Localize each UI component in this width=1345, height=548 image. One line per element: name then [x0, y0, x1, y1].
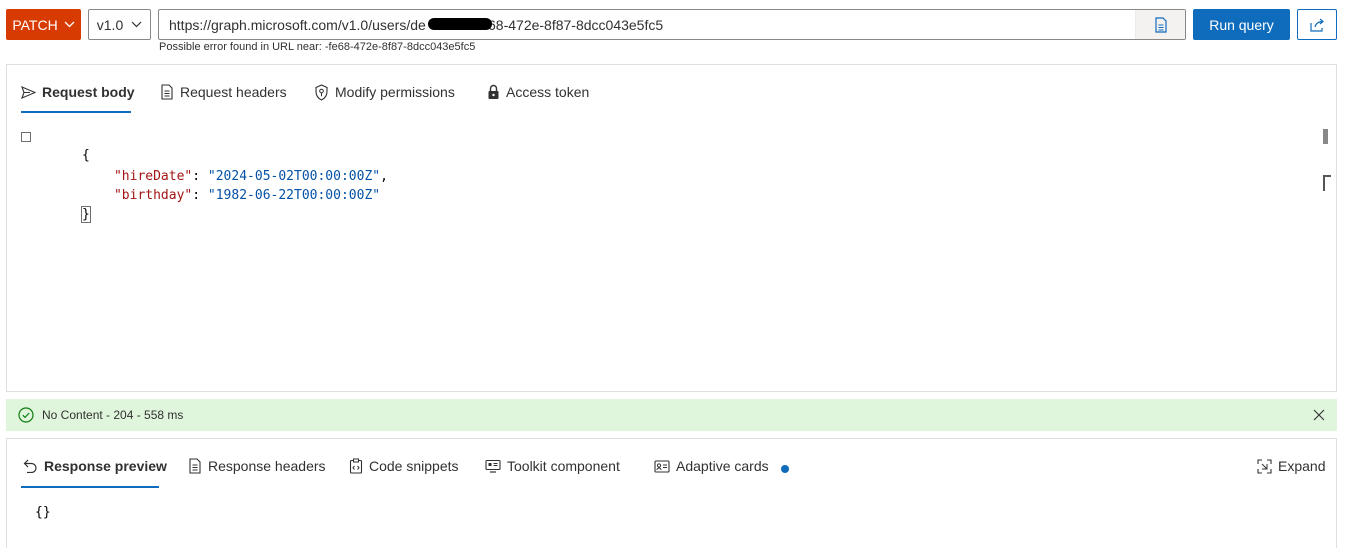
- tab-label: Modify permissions: [335, 84, 455, 100]
- tab-access-token[interactable]: Access token: [487, 80, 589, 104]
- response-panel: Response preview Response headers Code s…: [6, 438, 1337, 548]
- api-version-dropdown[interactable]: v1.0: [88, 9, 151, 40]
- url-field: [158, 9, 1186, 40]
- url-error-message: Possible error found in URL near: -fe68-…: [159, 41, 476, 53]
- document-icon: [188, 458, 202, 474]
- chevron-down-icon: [64, 21, 75, 28]
- tab-code-snippets[interactable]: Code snippets: [349, 454, 459, 478]
- undo-arrow-icon: [23, 459, 38, 473]
- chevron-down-icon: [131, 21, 142, 28]
- docs-button[interactable]: [1135, 10, 1185, 39]
- document-icon: [1154, 16, 1168, 33]
- status-message-bar: No Content - 204 - 558 ms: [6, 399, 1337, 431]
- tab-toolkit-component[interactable]: Toolkit component: [485, 454, 620, 478]
- fold-toggle[interactable]: [21, 132, 31, 142]
- notification-dot: [780, 465, 789, 473]
- tab-label: Response headers: [208, 458, 326, 474]
- json-close-brace: }: [80, 206, 91, 223]
- share-icon: [1309, 18, 1325, 32]
- api-version-label: v1.0: [96, 16, 124, 33]
- tab-label: Response preview: [44, 458, 167, 474]
- tab-request-headers[interactable]: Request headers: [160, 80, 287, 104]
- document-icon: [160, 84, 174, 100]
- request-panel: Request body Request headers Modify perm…: [6, 64, 1337, 392]
- run-query-label: Run query: [1209, 16, 1274, 33]
- active-tab-indicator: [21, 486, 159, 488]
- share-button[interactable]: [1297, 9, 1337, 40]
- status-text: No Content - 204 - 558 ms: [42, 408, 184, 422]
- run-query-button[interactable]: Run query: [1193, 9, 1290, 40]
- tab-modify-permissions[interactable]: Modify permissions: [314, 80, 455, 104]
- tab-label: Adaptive cards: [676, 458, 769, 474]
- expand-label: Expand: [1278, 458, 1326, 474]
- card-icon: [654, 459, 670, 473]
- expand-button[interactable]: Expand: [1257, 454, 1325, 478]
- check-circle-icon: [18, 407, 34, 423]
- editor-scrollbar-thumb[interactable]: [1323, 129, 1328, 144]
- redaction-mark: [428, 18, 492, 30]
- response-body: {}: [35, 505, 51, 520]
- expand-icon: [1257, 458, 1272, 474]
- json-value: "1982-06-22T00:00:00Z": [207, 188, 381, 203]
- request-body-editor[interactable]: { "hireDate": "2024-05-02T00:00:00Z", "b…: [19, 127, 1319, 223]
- close-icon[interactable]: [1311, 407, 1327, 423]
- send-icon: [21, 85, 36, 99]
- url-input[interactable]: [159, 10, 1135, 39]
- json-line: "birthday": "1982-06-22T00:00:00Z": [113, 188, 381, 203]
- tab-response-headers[interactable]: Response headers: [188, 454, 326, 478]
- tab-response-preview[interactable]: Response preview: [23, 454, 167, 478]
- tab-label: Request body: [42, 84, 135, 100]
- lock-icon: [487, 84, 500, 100]
- toolkit-icon: [485, 459, 501, 473]
- active-tab-indicator: [21, 111, 131, 113]
- editor-scroll-marker: [1323, 175, 1331, 191]
- tab-label: Code snippets: [369, 458, 459, 474]
- tab-request-body[interactable]: Request body: [21, 80, 135, 104]
- http-method-label: PATCH: [12, 16, 58, 33]
- json-key: "birthday": [113, 188, 193, 203]
- tab-label: Toolkit component: [507, 458, 620, 474]
- clipboard-code-icon: [349, 458, 363, 474]
- tab-adaptive-cards[interactable]: Adaptive cards: [654, 454, 789, 478]
- tab-label: Access token: [506, 84, 590, 100]
- tab-label: Request headers: [180, 84, 287, 100]
- http-method-dropdown[interactable]: PATCH: [6, 9, 81, 40]
- shield-key-icon: [314, 83, 329, 101]
